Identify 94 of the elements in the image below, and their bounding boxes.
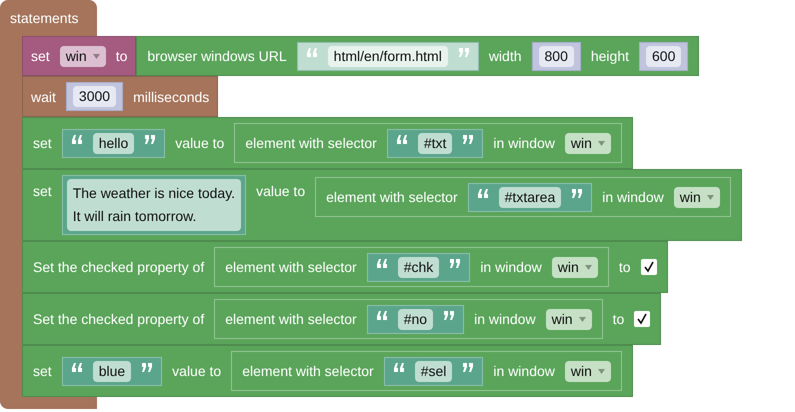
block-label: in window: [493, 363, 555, 379]
close-quote-icon: [462, 362, 474, 372]
block-label: browser windows URL: [147, 48, 287, 64]
string-block[interactable]: hello: [62, 128, 166, 158]
block-label: in window: [493, 135, 555, 151]
string-value[interactable]: #chk: [398, 256, 440, 278]
string-block[interactable]: blue: [62, 356, 162, 386]
block-label: statements: [10, 10, 78, 26]
block-label: Set the checked property of: [33, 259, 204, 275]
close-quote-icon: [443, 310, 456, 320]
caret-icon: [598, 368, 605, 374]
variable-dropdown[interactable]: win: [60, 46, 106, 66]
set-variable-block[interactable]: set win to: [22, 36, 136, 76]
set-checked-block[interactable]: Set the checked property of element with selector #chk in window win to: [22, 241, 668, 293]
selector-block[interactable]: element with selector #txtarea in window win: [315, 177, 731, 217]
open-quote-icon: [376, 258, 388, 268]
set-value-block[interactable]: set The weather is nice today. It will rain tomorrow. value to element with selector #txtarea in window win: [22, 169, 742, 241]
caret-icon: [598, 140, 605, 146]
caret-icon: [578, 316, 586, 322]
block-label: element with selector: [326, 189, 458, 205]
string-value[interactable]: #txtarea: [498, 186, 562, 208]
close-quote-icon: [571, 188, 584, 198]
block-label: to: [618, 259, 630, 275]
close-quote-icon: [144, 134, 156, 144]
number-block[interactable]: 600: [639, 42, 688, 70]
open-quote-icon: [392, 362, 405, 372]
block-label: set: [31, 48, 50, 64]
selector-block[interactable]: element with selector #no in window win: [214, 299, 603, 339]
window-dropdown[interactable]: win: [546, 308, 592, 330]
block-label: width: [488, 48, 522, 64]
set-checked-block[interactable]: Set the checked property of element with selector #no in window win to: [22, 293, 662, 345]
block-label: height: [590, 48, 630, 64]
block-label: set: [33, 183, 52, 199]
number-value[interactable]: 600: [646, 46, 682, 66]
string-block[interactable]: #txt: [386, 128, 484, 158]
block-label: Set the checked property of: [33, 311, 204, 327]
block-label: in window: [474, 311, 536, 327]
string-value[interactable]: blue: [92, 360, 132, 382]
wait-block[interactable]: wait 3000 milliseconds: [22, 76, 218, 117]
block-label: in window: [602, 189, 664, 205]
block-label: set: [33, 363, 52, 379]
window-dropdown[interactable]: win: [552, 256, 598, 278]
open-quote-icon: [306, 48, 318, 56]
caret-icon: [92, 54, 100, 58]
open-quote-icon: [70, 134, 83, 144]
url-value[interactable]: html/en/form.html: [328, 46, 448, 66]
window-dropdown[interactable]: win: [564, 132, 611, 154]
selector-block[interactable]: element with selector #sel in window win: [231, 351, 622, 391]
block-label: set: [33, 135, 52, 151]
block-label: to: [612, 311, 624, 327]
string-value[interactable]: #txt: [418, 132, 452, 154]
window-dropdown[interactable]: win: [674, 186, 720, 208]
number-block[interactable]: 800: [532, 42, 581, 70]
number-value[interactable]: 800: [538, 46, 574, 66]
statements-block[interactable]: statements: [0, 0, 97, 36]
selector-block[interactable]: element with selector #txt in window win: [234, 123, 622, 163]
string-value[interactable]: hello: [92, 132, 134, 154]
browser-window-block[interactable]: browser windows URL html/en/form.html width 800 height 600: [136, 36, 700, 76]
block-label: element with selector: [225, 259, 357, 275]
close-quote-icon: [458, 48, 470, 56]
number-block[interactable]: 3000: [66, 82, 124, 111]
block-label: in window: [480, 259, 542, 275]
string-value[interactable]: #sel: [414, 360, 452, 382]
block-label: value to: [172, 363, 222, 379]
close-quote-icon: [449, 258, 462, 268]
set-value-block[interactable]: set hello value to element with selector #txt in window win: [22, 117, 633, 169]
block-label: element with selector: [245, 135, 377, 151]
number-value[interactable]: 3000: [72, 86, 116, 107]
string-block[interactable]: #no: [366, 304, 464, 334]
string-block[interactable]: #sel: [384, 356, 484, 386]
block-label: milliseconds: [133, 88, 210, 104]
open-quote-icon: [70, 362, 83, 372]
checkbox[interactable]: [640, 259, 656, 275]
close-quote-icon: [462, 134, 474, 144]
string-value[interactable]: #no: [398, 308, 434, 330]
string-block[interactable]: #chk: [366, 252, 470, 282]
block-label: to: [116, 48, 128, 64]
string-block[interactable]: #txtarea: [468, 182, 592, 212]
block-label: wait: [31, 88, 56, 104]
caret-icon: [706, 194, 714, 200]
caret-icon: [584, 264, 592, 270]
open-quote-icon: [376, 310, 388, 320]
checkbox[interactable]: [634, 311, 650, 327]
open-quote-icon: [476, 188, 489, 198]
open-quote-icon: [396, 134, 408, 144]
close-quote-icon: [141, 362, 154, 372]
window-dropdown[interactable]: win: [564, 360, 611, 382]
block-label: element with selector: [242, 363, 374, 379]
block-label: value to: [256, 183, 306, 199]
string-block[interactable]: html/en/form.html: [296, 42, 479, 70]
block-label: element with selector: [225, 311, 357, 327]
block-label: value to: [175, 135, 224, 151]
set-value-block[interactable]: set blue value to element with selector #sel in window win: [22, 345, 633, 397]
selector-block[interactable]: element with selector #chk in window win: [214, 247, 609, 287]
